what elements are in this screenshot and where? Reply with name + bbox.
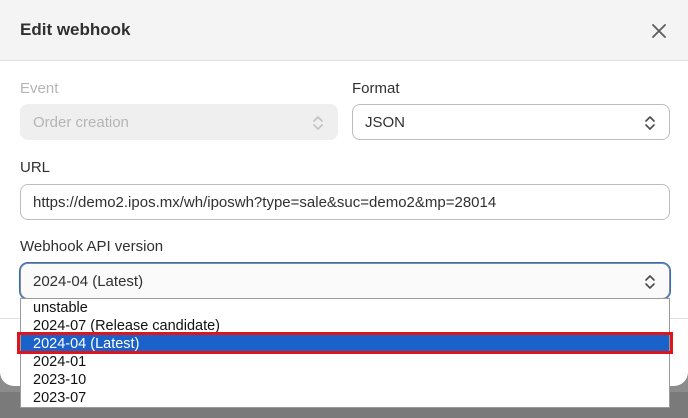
api-version-select[interactable]: 2024-04 (Latest)	[20, 263, 670, 299]
event-select-value: Order creation	[33, 113, 129, 131]
url-input[interactable]: https://demo2.ipos.mx/wh/iposwh?type=sal…	[20, 184, 670, 220]
annotation-highlight-box	[17, 332, 673, 354]
event-label: Event	[20, 80, 59, 97]
close-icon	[652, 24, 666, 38]
format-select[interactable]: JSON	[352, 104, 670, 140]
dropdown-option[interactable]: 2023-07	[21, 389, 669, 407]
chevron-up-down-icon	[313, 116, 323, 130]
api-version-label: Webhook API version	[20, 238, 164, 255]
dropdown-option[interactable]: 2024-01	[21, 353, 669, 371]
dropdown-option[interactable]: unstable	[21, 299, 669, 317]
dropdown-option[interactable]: 2023-10	[21, 371, 669, 389]
close-button[interactable]	[647, 19, 671, 43]
modal-title: Edit webhook	[20, 20, 131, 39]
format-select-value: JSON	[365, 113, 406, 131]
chevron-up-down-icon	[645, 275, 655, 289]
format-label: Format	[352, 80, 400, 97]
chevron-up-down-icon	[645, 116, 655, 130]
modal-header: Edit webhook	[0, 0, 688, 61]
event-select: Order creation	[20, 104, 338, 140]
url-input-value: https://demo2.ipos.mx/wh/iposwh?type=sal…	[33, 193, 497, 211]
api-version-select-value: 2024-04 (Latest)	[33, 272, 144, 290]
url-label: URL	[20, 159, 51, 176]
